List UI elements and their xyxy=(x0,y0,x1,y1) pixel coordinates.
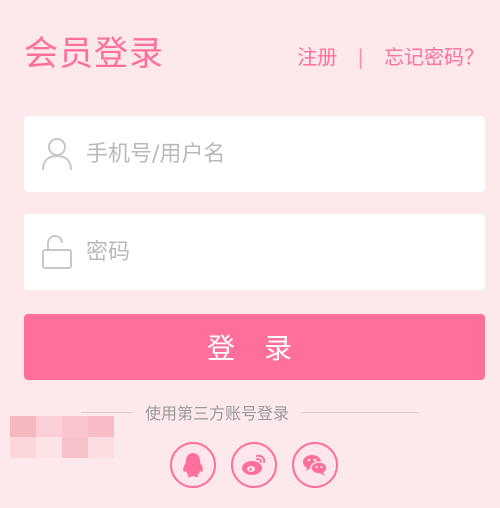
password-input[interactable] xyxy=(86,214,466,290)
third-party-label: 使用第三方账号登录 xyxy=(144,404,289,423)
weibo-icon xyxy=(242,454,266,475)
password-field[interactable] xyxy=(24,214,485,290)
qq-icon xyxy=(183,453,203,477)
divider-line-left xyxy=(80,411,133,413)
page-title: 会员登录 xyxy=(24,34,164,74)
wechat-login-button[interactable] xyxy=(292,442,338,488)
divider-line-right xyxy=(301,411,419,413)
register-link[interactable]: 注册 xyxy=(297,44,337,70)
login-button[interactable]: 登 录 xyxy=(24,314,485,380)
username-field[interactable] xyxy=(24,116,485,192)
username-input[interactable] xyxy=(86,116,466,192)
header-links: 注册 | 忘记密码？ xyxy=(297,44,484,70)
weibo-login-button[interactable] xyxy=(231,442,277,488)
lock-icon xyxy=(42,234,72,269)
user-icon xyxy=(42,138,72,171)
wechat-icon xyxy=(303,455,328,476)
pixelated-avatar xyxy=(10,416,116,458)
link-separator: | xyxy=(357,45,364,69)
qq-login-button[interactable] xyxy=(170,442,216,488)
login-panel: 会员登录 注册 | 忘记密码？ 登 录 使用第三方账号登录 xyxy=(0,0,500,508)
forgot-password-link[interactable]: 忘记密码？ xyxy=(384,44,484,70)
